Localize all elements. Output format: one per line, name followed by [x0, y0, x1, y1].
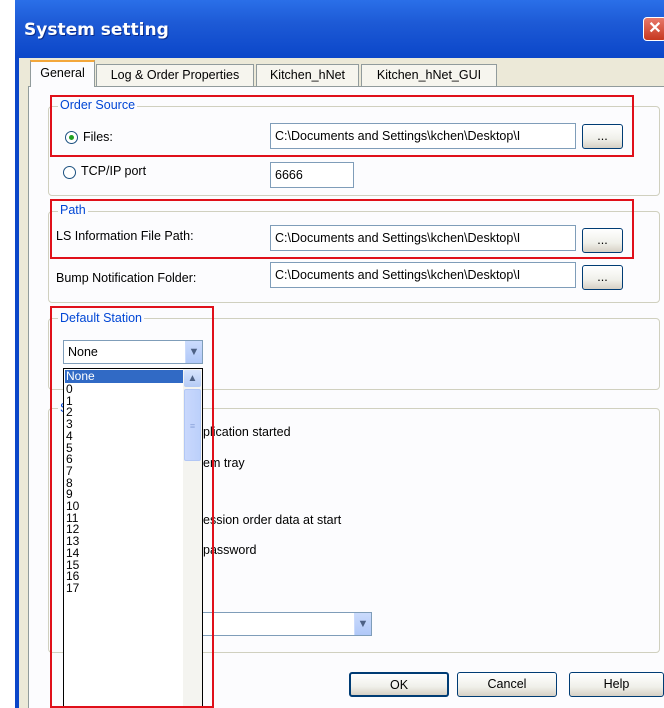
tab-kitchen-hnet-gui[interactable]: Kitchen_hNet_GUI: [361, 64, 497, 86]
highlight-box-default-station: [50, 306, 214, 708]
window-title: System setting: [24, 20, 169, 40]
highlight-box-order-source: [50, 95, 634, 157]
cancel-button[interactable]: Cancel: [457, 672, 557, 697]
bump-browse-button[interactable]: ...: [582, 265, 623, 290]
option-text-3: ession order data at start: [203, 513, 342, 527]
tab-kitchen-hnet[interactable]: Kitchen_hNet: [256, 64, 359, 86]
bump-folder-field[interactable]: C:\Documents and Settings\kchen\Desktop\…: [270, 262, 576, 288]
tcp-radio[interactable]: [63, 166, 76, 179]
tab-general[interactable]: General: [30, 60, 95, 87]
tcp-port-field[interactable]: 6666: [270, 162, 354, 188]
help-button[interactable]: Help: [569, 672, 664, 697]
highlight-box-path: [50, 199, 634, 259]
option-text-1: plication started: [203, 425, 291, 439]
tcp-label: TCP/IP port: [81, 164, 147, 178]
tab-log-order-properties[interactable]: Log & Order Properties: [96, 64, 254, 86]
option-combo[interactable]: [200, 612, 372, 636]
ok-button[interactable]: OK: [349, 672, 449, 697]
close-icon[interactable]: ✕: [643, 17, 664, 41]
bump-folder-label: Bump Notification Folder:: [56, 271, 197, 285]
chevron-down-icon[interactable]: ▼: [354, 613, 371, 635]
